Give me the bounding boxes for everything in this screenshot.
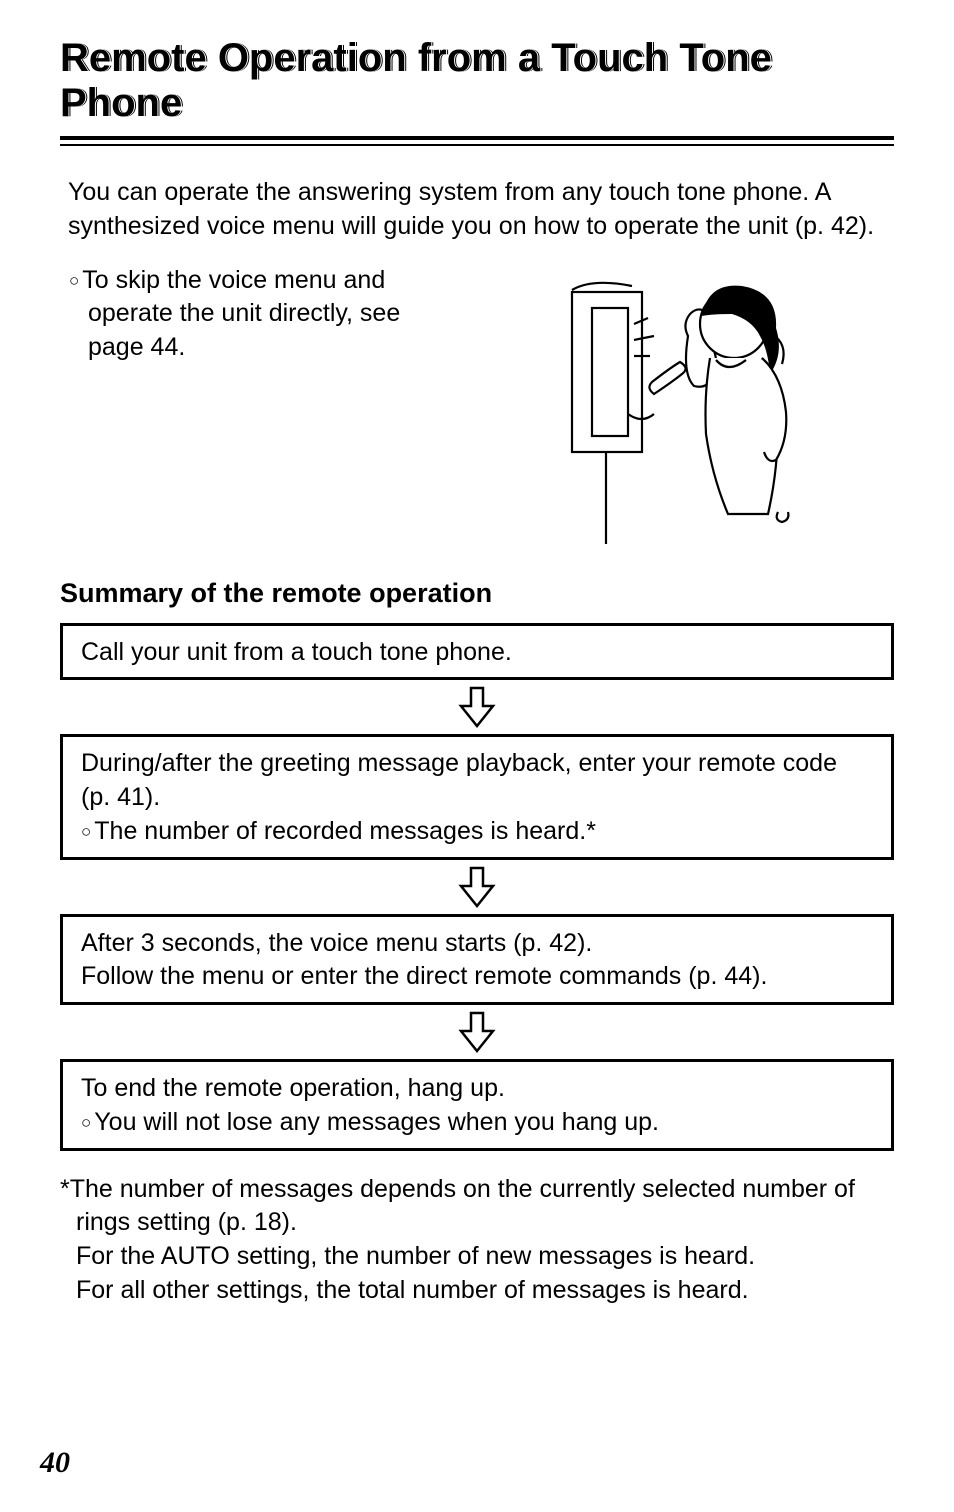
skip-note-item: To skip the voice menu and operate the u…	[60, 264, 450, 365]
title-rule	[60, 136, 894, 146]
down-arrow-icon	[60, 860, 894, 914]
flow-step-3: After 3 seconds, the voice menu starts (…	[60, 914, 894, 1006]
flow-step-sublist: You will not lose any messages when you …	[81, 1106, 873, 1140]
flow-step-text: Follow the menu or enter the direct remo…	[81, 960, 873, 994]
illustration-woman-phone-icon	[470, 264, 894, 544]
flow-step-subitem: You will not lose any messages when you …	[81, 1106, 873, 1140]
flow-step-text: To end the remote operation, hang up.	[81, 1072, 873, 1106]
flow-step-text: Call your unit from a touch tone phone.	[81, 636, 873, 670]
footnote: *The number of messages depends on the c…	[60, 1173, 894, 1241]
flow-step-text: After 3 seconds, the voice menu starts (…	[81, 927, 873, 961]
intro-paragraph: You can operate the answering system fro…	[68, 176, 894, 244]
flow-step-2: During/after the greeting message playba…	[60, 734, 894, 859]
intro-row: To skip the voice menu and operate the u…	[60, 264, 894, 554]
flow-step-text: During/after the greeting message playba…	[81, 747, 873, 815]
manual-page: Remote Operation from a Touch Tone Phone…	[0, 0, 954, 1512]
flow-step-4: To end the remote operation, hang up. Yo…	[60, 1059, 894, 1151]
flow-step-subitem: The number of recorded messages is heard…	[81, 815, 873, 849]
down-arrow-icon	[60, 680, 894, 734]
down-arrow-icon	[60, 1005, 894, 1059]
footnote-line: For the AUTO setting, the number of new …	[60, 1240, 894, 1274]
flow-step-sublist: The number of recorded messages is heard…	[81, 815, 873, 849]
skip-note-list: To skip the voice menu and operate the u…	[60, 264, 450, 365]
footnote-line: For all other settings, the total number…	[60, 1274, 894, 1308]
page-number: 40	[40, 1446, 70, 1480]
section-heading: Summary of the remote operation	[60, 578, 894, 609]
page-title: Remote Operation from a Touch Tone Phone	[60, 36, 894, 126]
flow-step-1: Call your unit from a touch tone phone.	[60, 623, 894, 681]
